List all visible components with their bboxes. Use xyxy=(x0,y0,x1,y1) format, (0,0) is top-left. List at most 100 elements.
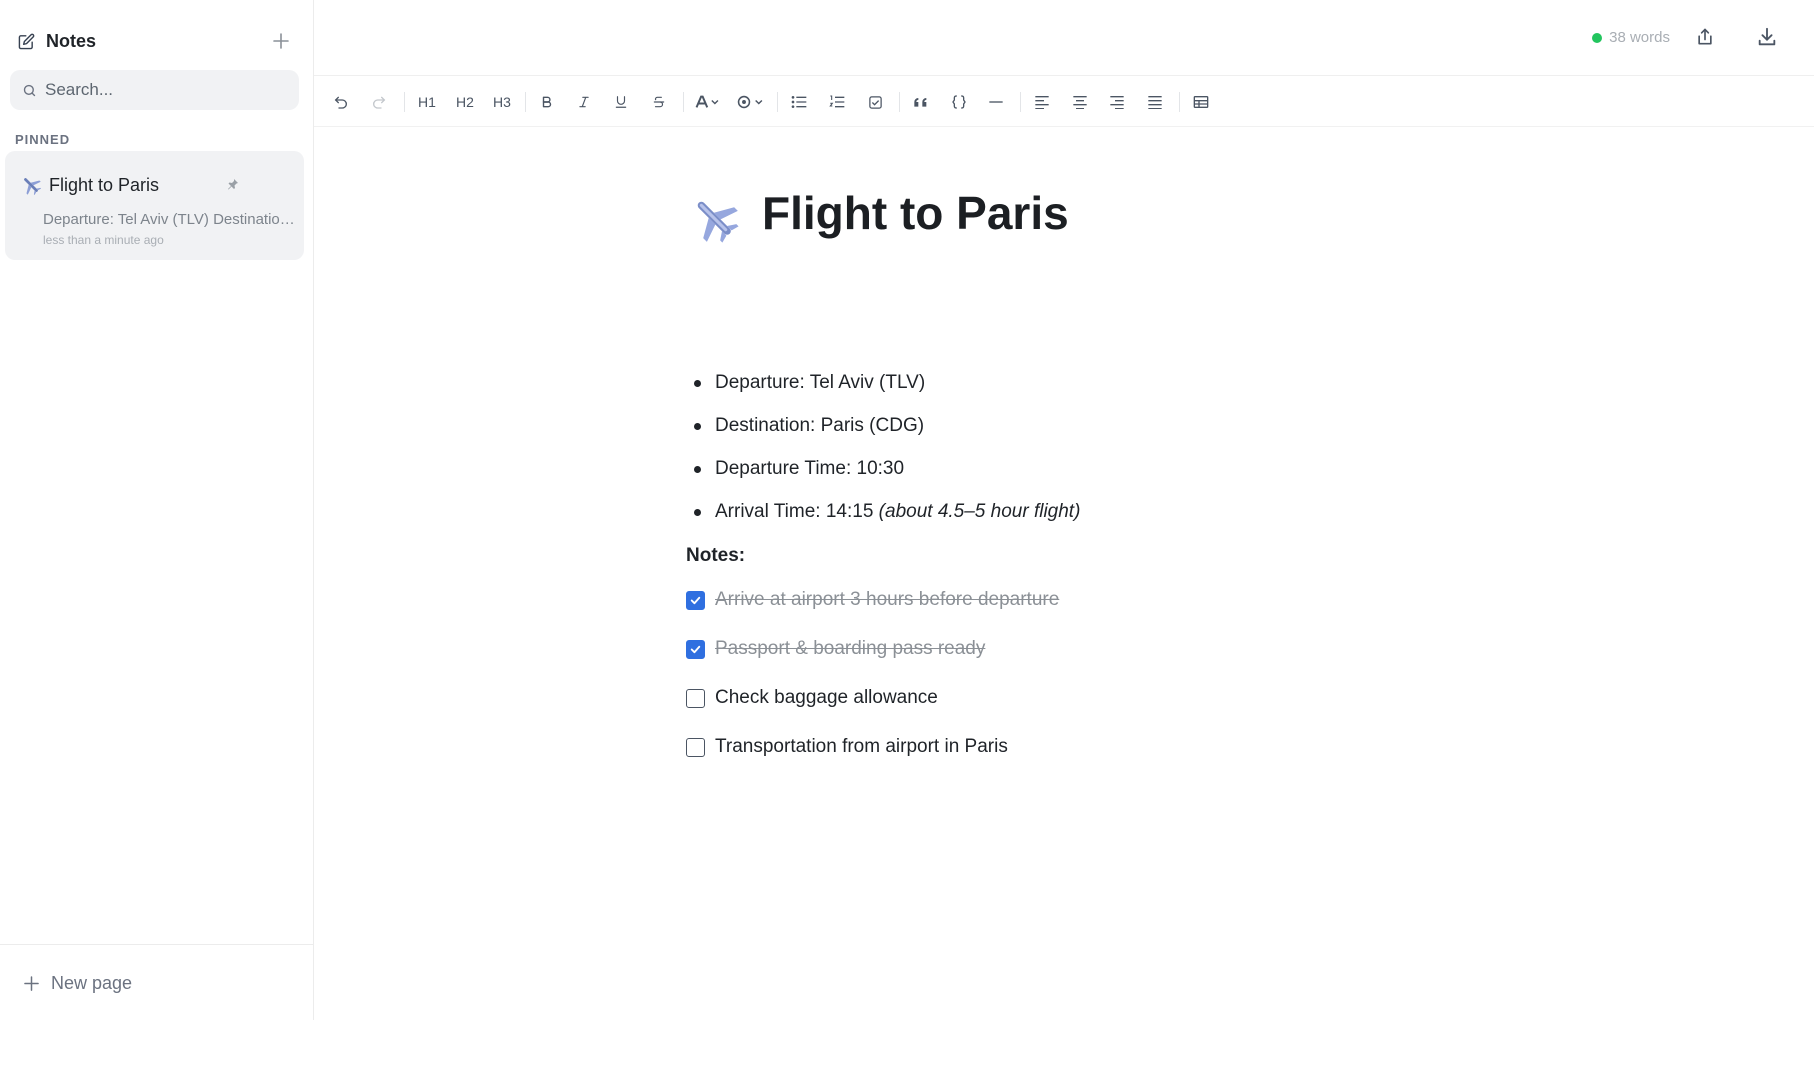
task-checkbox[interactable] xyxy=(686,639,705,659)
sidebar-title: Notes xyxy=(46,30,97,51)
redo-button[interactable] xyxy=(364,89,394,115)
align-justify-icon xyxy=(1148,96,1162,109)
note-list-item[interactable]: Flight to Paris Departure: Tel Aviv (TLV… xyxy=(5,151,304,260)
task-label[interactable]: Passport & boarding pass ready xyxy=(715,638,985,660)
formatting-toolbar: H1 H2 H3 xyxy=(314,77,1814,127)
new-page-button[interactable]: New page xyxy=(24,973,132,994)
text-color-button[interactable] xyxy=(690,89,726,115)
task-label[interactable]: Transportation from airport in Paris xyxy=(715,736,1008,758)
list-item[interactable]: Destination: Paris (CDG) xyxy=(686,407,1080,450)
word-count-label: 38 words xyxy=(1609,29,1670,46)
top-bar: 38 words xyxy=(314,0,1814,76)
highlight-icon xyxy=(737,95,763,109)
table-button[interactable] xyxy=(1186,89,1216,115)
add-note-button[interactable] xyxy=(269,29,293,53)
download-button[interactable] xyxy=(1752,22,1782,52)
code-block-button[interactable] xyxy=(944,89,974,115)
bold-icon xyxy=(542,96,552,108)
task-checkbox[interactable] xyxy=(686,737,705,757)
note-timestamp: less than a minute ago xyxy=(43,233,164,247)
task-checkbox[interactable] xyxy=(686,688,705,708)
heading-3-icon: H3 xyxy=(493,94,511,110)
toolbar-divider xyxy=(777,92,778,112)
download-icon xyxy=(1758,27,1776,46)
plus-icon xyxy=(273,33,289,49)
align-center-icon xyxy=(1073,96,1087,109)
strikethrough-icon xyxy=(653,96,665,108)
share-button[interactable] xyxy=(1690,22,1720,52)
edit-icon xyxy=(16,31,36,51)
note-preview: Departure: Tel Aviv (TLV) Destination: P… xyxy=(43,211,298,228)
sidebar-footer: New page xyxy=(0,944,314,1020)
task-checkbox[interactable] xyxy=(686,590,705,610)
toolbar-divider xyxy=(1020,92,1021,112)
list-item[interactable]: Departure Time: 10:30 xyxy=(686,450,1080,493)
list-item-text: Departure: Tel Aviv (TLV) xyxy=(715,372,926,393)
list-item[interactable]: Departure: Tel Aviv (TLV) xyxy=(686,364,1080,407)
search-icon xyxy=(23,84,36,96)
document-title[interactable]: Flight to Paris xyxy=(762,186,1069,240)
quote-icon xyxy=(914,98,927,107)
list-item-text: Destination: Paris (CDG) xyxy=(715,415,925,436)
heading-2-icon: H2 xyxy=(456,94,474,110)
blockquote-button[interactable] xyxy=(906,89,936,115)
check-icon xyxy=(690,596,701,604)
notes-heading: Notes: xyxy=(686,545,746,566)
align-justify-button[interactable] xyxy=(1140,89,1170,115)
sidebar-header: Notes xyxy=(16,26,293,56)
check-icon xyxy=(690,645,701,653)
heading-1-button[interactable]: H1 xyxy=(412,89,442,115)
sidebar: Notes PINNED Flight to Paris Depar xyxy=(0,0,314,1020)
heading-2-button[interactable]: H2 xyxy=(450,89,480,115)
underline-icon xyxy=(615,96,627,108)
task-label[interactable]: Check baggage allowance xyxy=(715,687,938,709)
code-braces-icon xyxy=(952,95,966,109)
align-left-icon xyxy=(1035,96,1049,109)
horizontal-rule-button[interactable] xyxy=(981,89,1011,115)
heading-3-button[interactable]: H3 xyxy=(487,89,517,115)
highlight-button[interactable] xyxy=(733,89,769,115)
pinned-section-label: PINNED xyxy=(15,132,71,147)
toolbar-divider xyxy=(683,92,684,112)
airplane-icon xyxy=(690,194,740,244)
task-item: Passport & boarding pass ready xyxy=(686,635,985,663)
align-right-icon xyxy=(1110,96,1124,109)
task-item: Arrive at airport 3 hours before departu… xyxy=(686,586,1059,614)
search-box xyxy=(10,70,299,110)
italic-button[interactable] xyxy=(569,89,599,115)
list-item-text: Departure Time: 10:30 xyxy=(715,458,905,479)
numbered-list-button[interactable] xyxy=(822,89,852,115)
table-icon xyxy=(1193,96,1209,108)
task-item: Transportation from airport in Paris xyxy=(686,733,1008,761)
task-label[interactable]: Arrive at airport 3 hours before departu… xyxy=(715,589,1059,611)
align-center-button[interactable] xyxy=(1065,89,1095,115)
bullet-list-icon xyxy=(791,96,807,108)
bold-button[interactable] xyxy=(532,89,562,115)
task-list-button[interactable] xyxy=(860,89,890,115)
list-item-italic-text: (about 4.5–5 hour flight) xyxy=(878,501,1081,522)
share-icon xyxy=(1698,28,1712,45)
horizontal-rule-icon xyxy=(989,101,1003,103)
strikethrough-button[interactable] xyxy=(644,89,674,115)
underline-button[interactable] xyxy=(606,89,636,115)
italic-icon xyxy=(579,96,589,108)
list-item[interactable]: Arrival Time: 14:15 (about 4.5–5 hour fl… xyxy=(686,493,1080,536)
airplane-icon xyxy=(20,174,42,196)
toolbar-divider xyxy=(1179,92,1180,112)
align-left-button[interactable] xyxy=(1027,89,1057,115)
align-right-button[interactable] xyxy=(1102,89,1132,115)
numbered-list-icon xyxy=(829,95,845,108)
word-count: 38 words xyxy=(1592,29,1670,46)
checkbox-icon xyxy=(868,95,882,109)
flight-details-list: Departure: Tel Aviv (TLV) Destination: P… xyxy=(686,364,1080,536)
undo-button[interactable] xyxy=(326,89,356,115)
plus-icon xyxy=(24,976,39,991)
toolbar-divider xyxy=(525,92,526,112)
bullet-list-button[interactable] xyxy=(784,89,814,115)
task-item: Check baggage allowance xyxy=(686,684,938,712)
toolbar-divider xyxy=(899,92,900,112)
status-dot xyxy=(1592,32,1603,43)
search-input[interactable] xyxy=(45,80,275,100)
redo-icon xyxy=(373,96,386,109)
pin-icon[interactable] xyxy=(227,177,241,191)
